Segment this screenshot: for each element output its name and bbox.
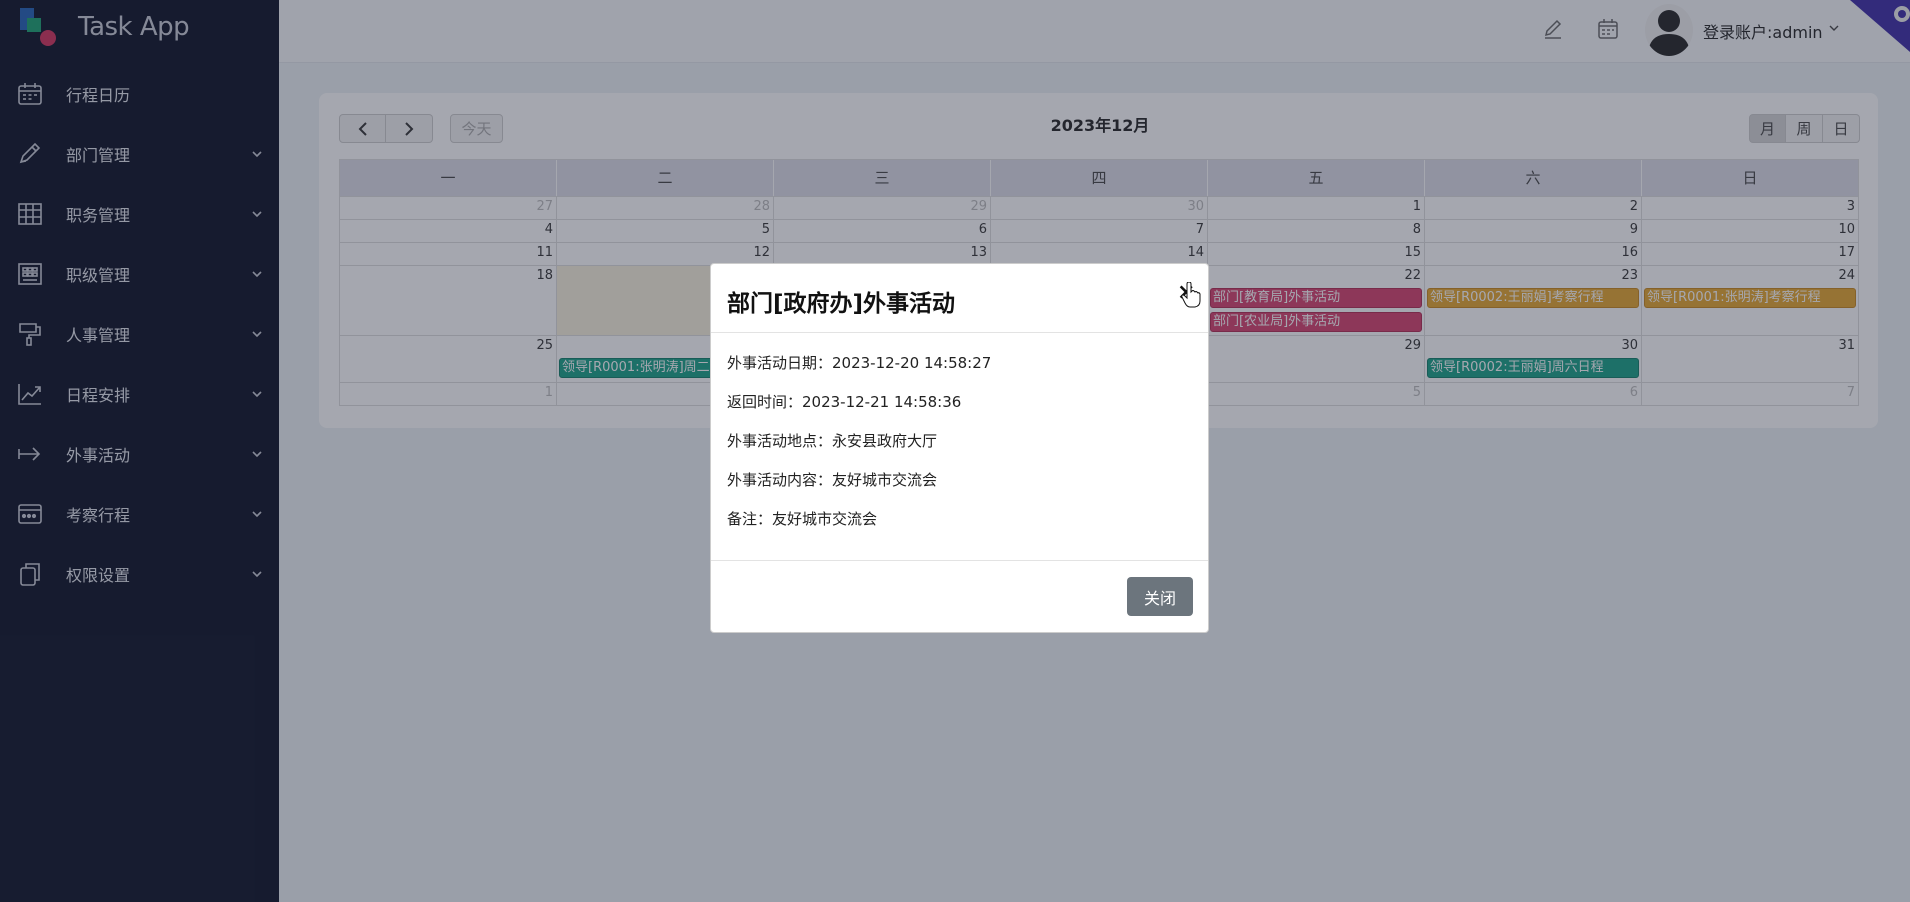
modal-title: 部门[政府办]外事活动 — [727, 291, 956, 317]
close-button[interactable]: 关闭 — [1127, 577, 1193, 616]
event-detail-modal: 部门[政府办]外事活动 × 外事活动日期：2023-12-20 14:58:27… — [710, 263, 1209, 633]
return-time: 返回时间：2023-12-21 14:58:36 — [727, 393, 962, 411]
hand-cursor-icon — [1181, 282, 1201, 308]
activity-location: 外事活动地点：永安县政府大厅 — [727, 432, 938, 450]
remarks: 备注：友好城市交流会 — [727, 510, 878, 528]
divider — [711, 332, 1208, 333]
divider — [711, 560, 1208, 561]
activity-date: 外事活动日期：2023-12-20 14:58:27 — [727, 354, 992, 372]
activity-content: 外事活动内容：友好城市交流会 — [727, 471, 938, 489]
